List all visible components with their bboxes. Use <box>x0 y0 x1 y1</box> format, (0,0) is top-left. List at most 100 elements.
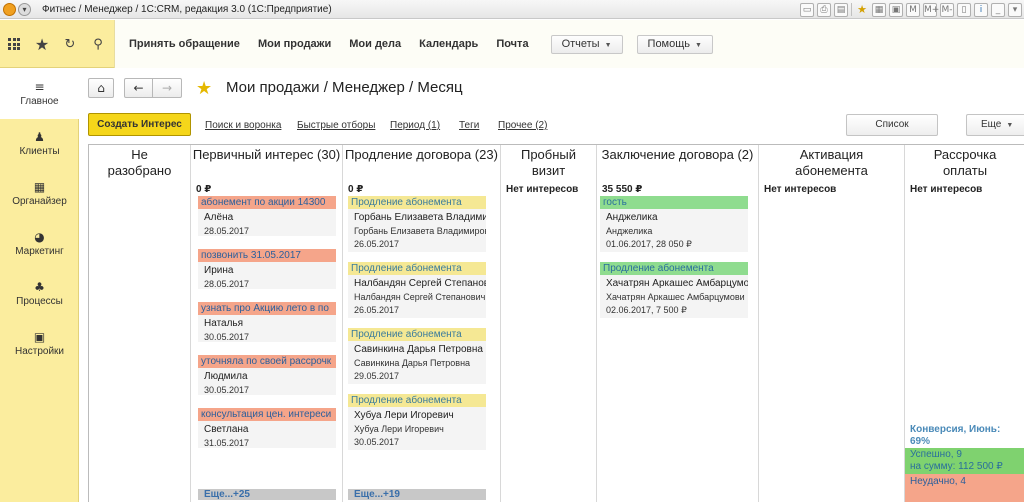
help-dropdown-label: Помощь <box>647 37 691 50</box>
nav-accept-request[interactable]: Принять обращение <box>129 38 240 50</box>
column-title: Рассрочка оплаты <box>933 147 997 178</box>
settings-icon: ▣ <box>33 330 46 344</box>
card-contact: Хубуа Лери Игоревич <box>354 424 444 434</box>
interest-card[interactable]: узнать про Акцию лето в по Наталья 30.05… <box>198 302 336 342</box>
success-count: Успешно, 9 <box>910 449 962 460</box>
calendar-icon[interactable]: ▦ <box>872 2 886 17</box>
interest-card[interactable]: Продление абонемента Хачатрян Аркашес Ам… <box>600 262 748 318</box>
card-client-name: Светлана <box>204 424 249 435</box>
card-contact: Савинкина Дарья Петровна <box>354 358 471 368</box>
print-icon[interactable]: ⎙ <box>817 2 831 17</box>
nav-my-sales[interactable]: Мои продажи <box>258 38 331 50</box>
app-menu-icon[interactable]: ▾ <box>18 3 31 16</box>
interest-card[interactable]: Продление абонемента Хубуа Лери Игоревич… <box>348 394 486 450</box>
1c-logo-icon[interactable] <box>3 3 16 16</box>
help-dropdown[interactable]: Помощь ▼ <box>636 34 713 54</box>
arrow-left-icon: ← <box>133 81 144 95</box>
menu-lines-icon: ≡ <box>34 80 45 94</box>
card-tag: абонемент по акции 14300 <box>198 196 336 209</box>
sidebar-item-main[interactable]: ≡ Главное <box>0 69 79 119</box>
nav-mail[interactable]: Почта <box>496 38 528 50</box>
card-contact: Налбандян Сергей Степанович <box>354 292 486 302</box>
sidebar-item-settings[interactable]: ▣ Настройки <box>0 319 79 369</box>
favorites-star-icon[interactable]: ★ <box>28 30 56 58</box>
fail-stats[interactable]: Неудачно, 4 <box>905 474 1024 502</box>
interest-card[interactable]: Продление абонемента Горбань Елизавета В… <box>348 196 486 252</box>
preview-icon[interactable]: ▤ <box>834 2 848 17</box>
sidebar-item-clients[interactable]: ♟ Клиенты <box>0 119 79 169</box>
column-contract-conclusion: Заключение договора (2) 35 550 ₽ гость А… <box>597 145 759 502</box>
marketing-icon: ◕ <box>34 230 45 244</box>
top-toolbar: ★ ↻ ⚲ Принять обращение Мои продажи Мои … <box>0 20 1024 68</box>
nav-my-tasks[interactable]: Мои дела <box>349 38 401 50</box>
main-content: ⌂ ← → ★ Мои продажи / Менеджер / Месяц С… <box>80 69 1024 502</box>
card-date: 30.05.2017 <box>204 332 250 342</box>
memory-m-minus-icon[interactable]: M- <box>940 2 954 17</box>
quick-filters-link[interactable]: Быстрые отборы <box>297 120 375 131</box>
favorite-star-icon[interactable]: ★ <box>196 78 212 99</box>
column-sum: 35 550 ₽ <box>602 184 643 195</box>
card-date: 26.05.2017 <box>354 239 400 249</box>
info-icon[interactable]: i <box>974 2 988 17</box>
card-client-name: Ирина <box>204 265 234 276</box>
back-button[interactable]: ← <box>124 78 153 98</box>
card-client-name: Савинкина Дарья Петровна <box>354 344 483 355</box>
interest-card[interactable]: гость Анджелика Анджелика 01.06.2017, 28… <box>600 196 748 252</box>
card-client-name: Хачатрян Аркашес Амбарцумо <box>606 278 748 289</box>
forward-button[interactable]: → <box>152 78 182 98</box>
search-funnel-link[interactable]: Поиск и воронка <box>205 120 281 131</box>
list-button[interactable]: Список <box>846 114 938 136</box>
clients-icon: ♟ <box>34 130 45 144</box>
card-date-amount: 01.06.2017, 28 050 ₽ <box>606 239 692 249</box>
more-button-label: Еще <box>981 119 1002 130</box>
interest-card[interactable]: консультация цен. интереси Светлана 31.0… <box>198 408 336 448</box>
success-sum: на сумму: 112 500 ₽ <box>910 461 1003 472</box>
sidebar-item-label: Главное <box>20 96 59 107</box>
history-icon[interactable]: ↻ <box>56 30 84 58</box>
sidebar-item-label: Клиенты <box>19 146 60 157</box>
no-interests-note: Нет интересов <box>910 184 983 195</box>
tags-link[interactable]: Теги <box>459 120 479 131</box>
card-client-name: Хубуа Лери Игоревич <box>354 410 454 421</box>
sidebar-item-label: Маркетинг <box>15 246 64 257</box>
card-tag: Продление абонемента <box>348 196 486 209</box>
calculator-icon[interactable]: ▣ <box>889 2 903 17</box>
command-bar: Создать Интерес Поиск и воронка Быстрые … <box>80 111 1024 139</box>
card-contact: Горбань Елизавета Владимировна <box>354 226 486 236</box>
show-more-link[interactable]: Еще...+25 <box>198 489 336 500</box>
other-link[interactable]: Прочее (2) <box>498 120 547 131</box>
search-icon[interactable]: ⚲ <box>84 30 112 58</box>
memory-m-plus-icon[interactable]: M+ <box>923 2 939 17</box>
interest-card[interactable]: позвонить 31.05.2017 Ирина 28.05.2017 <box>198 249 336 289</box>
more-button[interactable]: Еще ▼ <box>966 114 1024 136</box>
period-link[interactable]: Период (1) <box>390 120 440 131</box>
nav-calendar[interactable]: Календарь <box>419 38 478 50</box>
no-interests-note: Нет интересов <box>764 184 837 195</box>
show-more-link[interactable]: Еще...+19 <box>348 489 486 500</box>
sidebar-item-organizer[interactable]: ▦ Органайзер <box>0 169 79 219</box>
sidebar-item-marketing[interactable]: ◕ Маркетинг <box>0 219 79 269</box>
card-tag: Продление абонемента <box>600 262 748 275</box>
minimize-icon[interactable]: _ <box>991 2 1005 17</box>
reports-dropdown[interactable]: Отчеты ▼ <box>550 34 623 54</box>
split-window-icon[interactable]: ▯ <box>957 2 971 17</box>
success-stats[interactable]: Успешно, 9 на сумму: 112 500 ₽ <box>905 448 1024 474</box>
memory-m-icon[interactable]: M <box>906 2 920 17</box>
sidebar-item-processes[interactable]: ♣ Процессы <box>0 269 79 319</box>
card-contact: Хачатрян Аркашес Амбарцумови <box>606 292 745 302</box>
interest-card[interactable]: Продление абонемента Савинкина Дарья Пет… <box>348 328 486 384</box>
dropdown-icon[interactable]: ▾ <box>1008 2 1022 17</box>
favorite-icon[interactable]: ★ <box>855 3 869 17</box>
card-date: 29.05.2017 <box>354 371 400 381</box>
sidebar-item-label: Настройки <box>14 346 65 357</box>
interest-card[interactable]: уточняла по своей рассрочк Людмила 30.05… <box>198 355 336 395</box>
interest-card[interactable]: Продление абонемента Налбандян Сергей Ст… <box>348 262 486 318</box>
apps-grid-icon[interactable] <box>0 30 28 58</box>
column-primary-interest: Первичный интерес (30) 0 ₽ абонемент по … <box>191 145 343 502</box>
home-button[interactable]: ⌂ <box>88 78 114 98</box>
card-tag: уточняла по своей рассрочк <box>198 355 336 368</box>
create-interest-button[interactable]: Создать Интерес <box>88 113 191 136</box>
save-icon[interactable]: ▭ <box>800 2 814 17</box>
interest-card[interactable]: абонемент по акции 14300 Алёна 28.05.201… <box>198 196 336 236</box>
card-client-name: Алёна <box>204 212 234 223</box>
